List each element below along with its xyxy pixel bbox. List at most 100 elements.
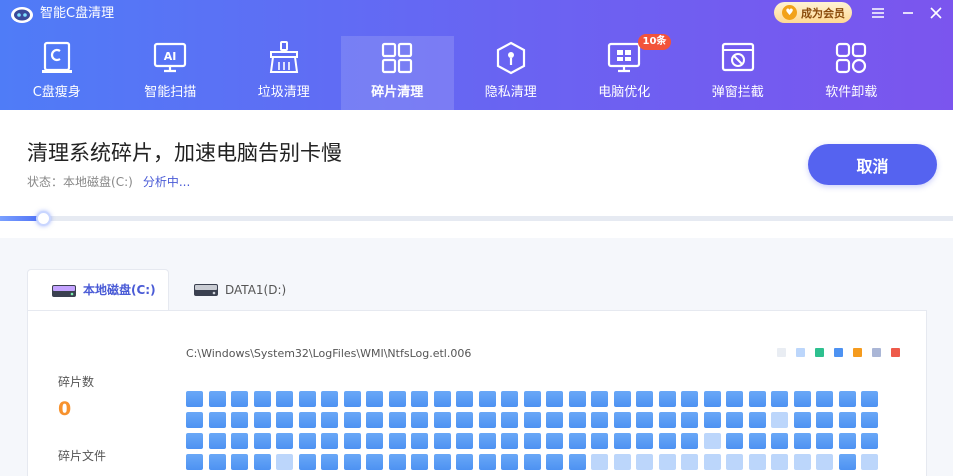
nav-label: 智能扫描 [144, 85, 197, 100]
menu-icon[interactable] [866, 2, 890, 24]
popup-block-icon [721, 42, 754, 72]
fragment-grid-icon [382, 42, 413, 74]
legend-swatch [815, 348, 824, 357]
nav-item-smart-scan[interactable]: AI 智能扫描 [114, 36, 228, 110]
disk-block [344, 391, 361, 407]
nav-item-popup-block[interactable]: 弹窗拦截 [681, 36, 795, 110]
block-legend [777, 348, 900, 357]
disk-block [726, 391, 743, 407]
disk-block [839, 412, 856, 428]
nav-label: 垃圾清理 [257, 85, 310, 100]
disk-block [681, 433, 698, 449]
disk-block [456, 454, 473, 470]
disk-block [659, 412, 676, 428]
disk-block [816, 412, 833, 428]
disk-block [681, 454, 698, 470]
disk-block [456, 433, 473, 449]
app-title: 智能C盘清理 [40, 6, 115, 21]
nav-item-junk-clean[interactable]: 垃圾清理 [227, 36, 341, 110]
disk-block [816, 433, 833, 449]
nav-item-software-uninstall[interactable]: 软件卸载 [795, 36, 909, 110]
disk-block [614, 391, 631, 407]
tab-local-disk-c[interactable]: 本地磁盘(C:) [27, 269, 169, 311]
disk-block [434, 391, 451, 407]
disk-block [344, 454, 361, 470]
disk-block [231, 391, 248, 407]
disk-block [861, 433, 878, 449]
disk-block [591, 433, 608, 449]
disk-block [546, 391, 563, 407]
nav-item-privacy-clean[interactable]: 隐私清理 [454, 36, 568, 110]
tab-label: DATA1(D:) [225, 282, 287, 297]
broom-icon [269, 41, 298, 73]
disk-block [614, 454, 631, 470]
tab-data1-d[interactable]: DATA1(D:) [193, 269, 323, 311]
fragments-count-value: 0 [58, 398, 72, 420]
disk-block [794, 391, 811, 407]
disk-block [546, 433, 563, 449]
nav-label: C盘瘦身 [32, 85, 81, 100]
disk-block [321, 454, 338, 470]
nav-label: 软件卸载 [825, 85, 878, 100]
disk-block [681, 412, 698, 428]
status-label: 状态： [27, 175, 64, 189]
disk-block [231, 454, 248, 470]
disk-block [861, 412, 878, 428]
disk-block [861, 454, 878, 470]
disk-block [726, 433, 743, 449]
disk-block [569, 412, 586, 428]
disk-block [636, 433, 653, 449]
disk-block [569, 433, 586, 449]
disk-block [524, 454, 541, 470]
disk-block [254, 454, 271, 470]
hard-disk-icon [52, 284, 76, 297]
disk-block [276, 433, 293, 449]
disk-block [209, 454, 226, 470]
nav-item-fragment-clean[interactable]: 碎片清理 [340, 36, 454, 110]
nav-item-c-drive-slim[interactable]: C盘瘦身 [0, 36, 114, 110]
disk-block [524, 391, 541, 407]
disk-block [636, 412, 653, 428]
disk-block [434, 412, 451, 428]
fragment-files-label: 碎片文件 [58, 449, 107, 463]
disk-block [299, 391, 316, 407]
disk-block [389, 412, 406, 428]
disk-block [816, 454, 833, 470]
close-icon[interactable] [924, 2, 948, 24]
minimize-icon[interactable] [896, 2, 920, 24]
disk-block [839, 433, 856, 449]
disk-block [816, 391, 833, 407]
page-headline: 清理系统碎片，加速电脑告别卡慢 [27, 141, 342, 165]
disk-block [231, 433, 248, 449]
become-member-button[interactable]: ♥ 成为会员 [774, 2, 852, 23]
disk-block [839, 454, 856, 470]
disk-block [749, 412, 766, 428]
disk-block [794, 454, 811, 470]
optimize-count-badge: 10条 [637, 34, 672, 50]
disk-block [524, 412, 541, 428]
nav-label: 隐私清理 [484, 85, 537, 100]
vip-heart-icon: ♥ [782, 5, 797, 20]
disk-block [479, 391, 496, 407]
disk-block [704, 454, 721, 470]
title-bar: 智能C盘清理 ♥ 成为会员 [0, 0, 953, 28]
disk-block [569, 454, 586, 470]
disk-block [546, 412, 563, 428]
status-disk: 本地磁盘(C:) [63, 175, 133, 189]
disk-block [299, 412, 316, 428]
nav-label: 碎片清理 [371, 85, 424, 100]
disk-block [479, 412, 496, 428]
disk-block [546, 454, 563, 470]
disk-block [726, 454, 743, 470]
disk-block [636, 454, 653, 470]
svg-text:AI: AI [164, 50, 177, 63]
cancel-button[interactable]: 取消 [808, 144, 937, 185]
disk-block [389, 454, 406, 470]
disk-block [479, 454, 496, 470]
legend-swatch [834, 348, 843, 357]
nav-item-pc-optimize[interactable]: 电脑优化 10条 [568, 34, 682, 110]
disk-block [749, 433, 766, 449]
disk-block [254, 412, 271, 428]
disk-block [456, 391, 473, 407]
legend-swatch [853, 348, 862, 357]
